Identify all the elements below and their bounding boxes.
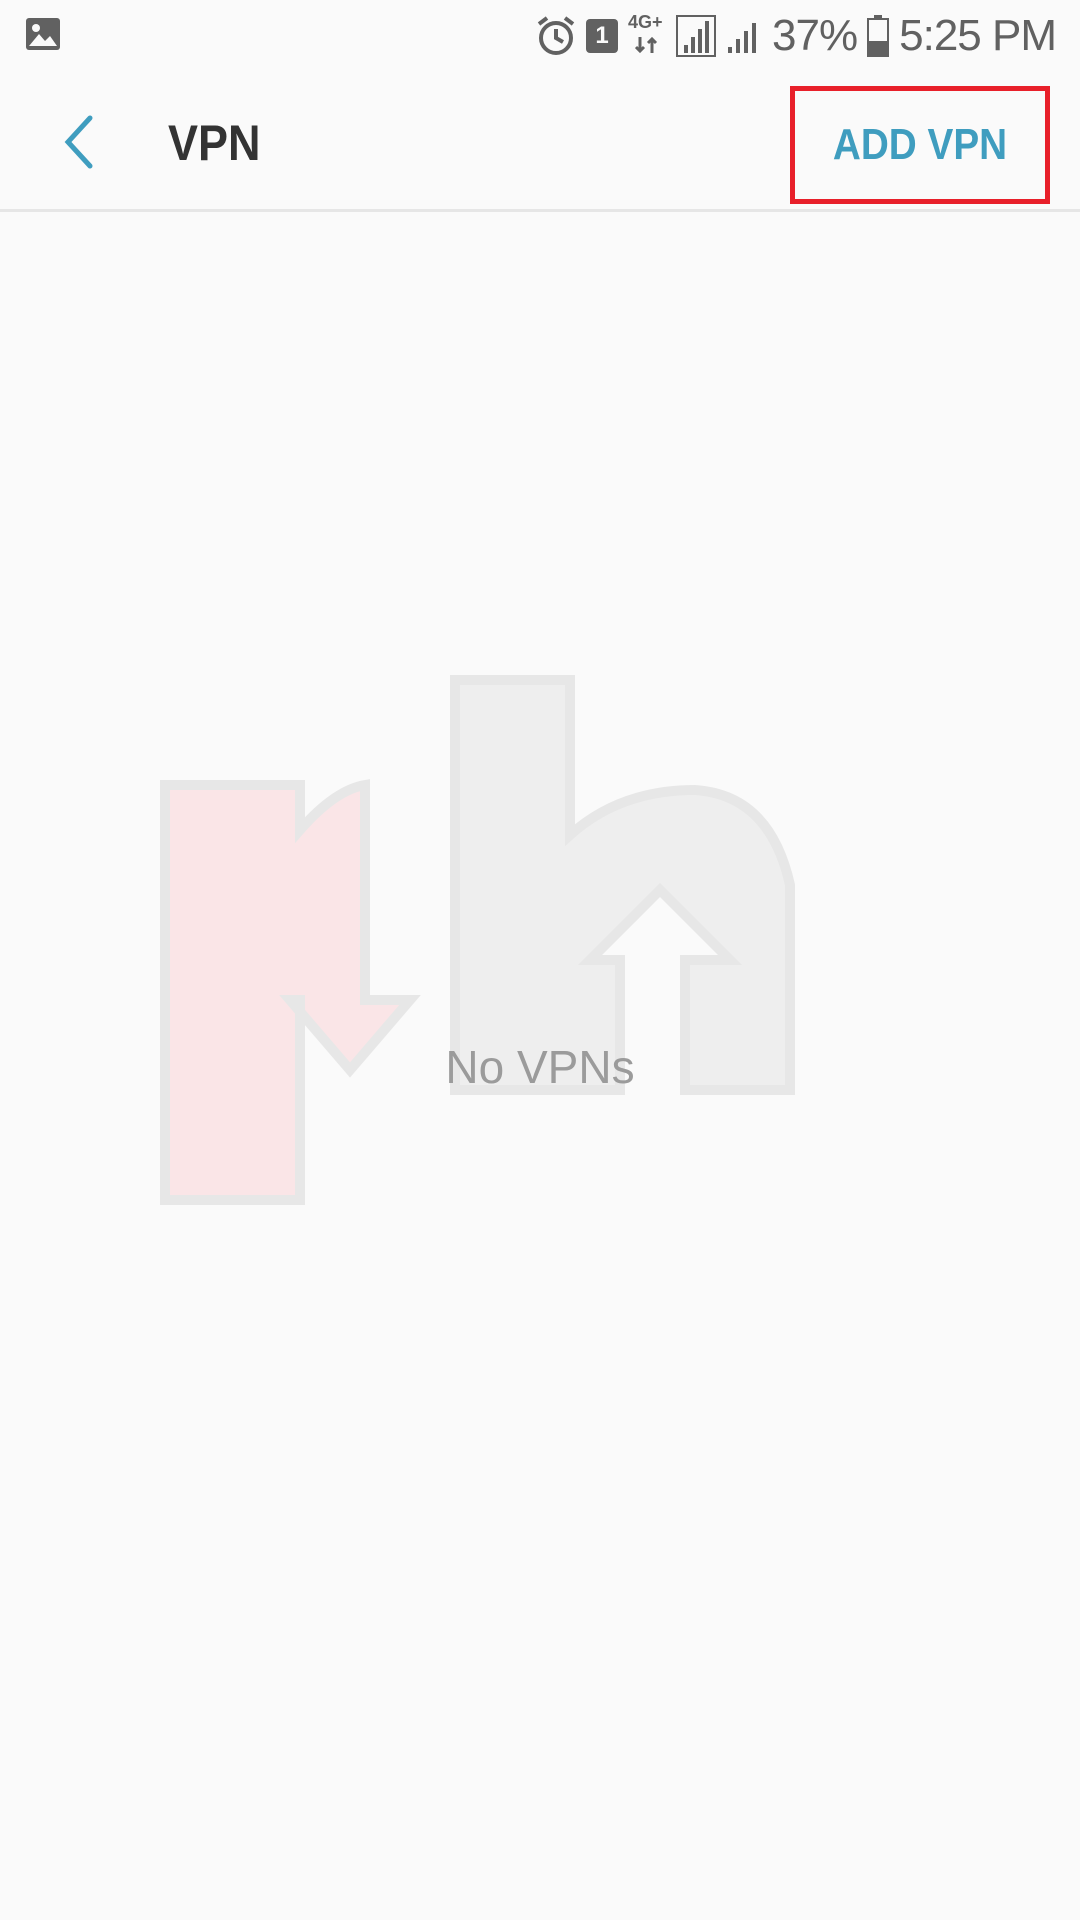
status-icons: 1 4G+ 37% 5:25 PM (536, 6, 1057, 66)
add-vpn-button[interactable]: ADD VPN (790, 86, 1050, 204)
back-button[interactable] (40, 102, 120, 182)
battery-icon (867, 15, 890, 57)
status-bar: 1 4G+ 37% 5:25 PM (0, 0, 1080, 72)
add-vpn-label: ADD VPN (832, 120, 1008, 169)
data-activity-icon (634, 36, 658, 54)
app-bar: VPN ADD VPN (0, 72, 1080, 212)
empty-state-message: No VPNs (445, 1041, 635, 1093)
signal-icon (676, 15, 717, 57)
signal-secondary-icon (728, 23, 757, 53)
sim-slot-badge: 1 (586, 19, 619, 53)
network-type-indicator: 4G+ (628, 13, 666, 59)
network-type-label: 4G+ (628, 12, 663, 32)
vpn-screen: 1 4G+ 37% 5:25 PM VPN ADD VPN No VPNs (0, 0, 1080, 1920)
page-title: VPN (168, 115, 261, 171)
clock-time: 5:25 PM (899, 11, 1057, 60)
image-icon (26, 18, 60, 50)
chevron-left-icon (64, 115, 93, 169)
alarm-icon (537, 16, 575, 55)
battery-percent: 37% (772, 11, 858, 60)
watermark-logo (160, 675, 795, 1205)
